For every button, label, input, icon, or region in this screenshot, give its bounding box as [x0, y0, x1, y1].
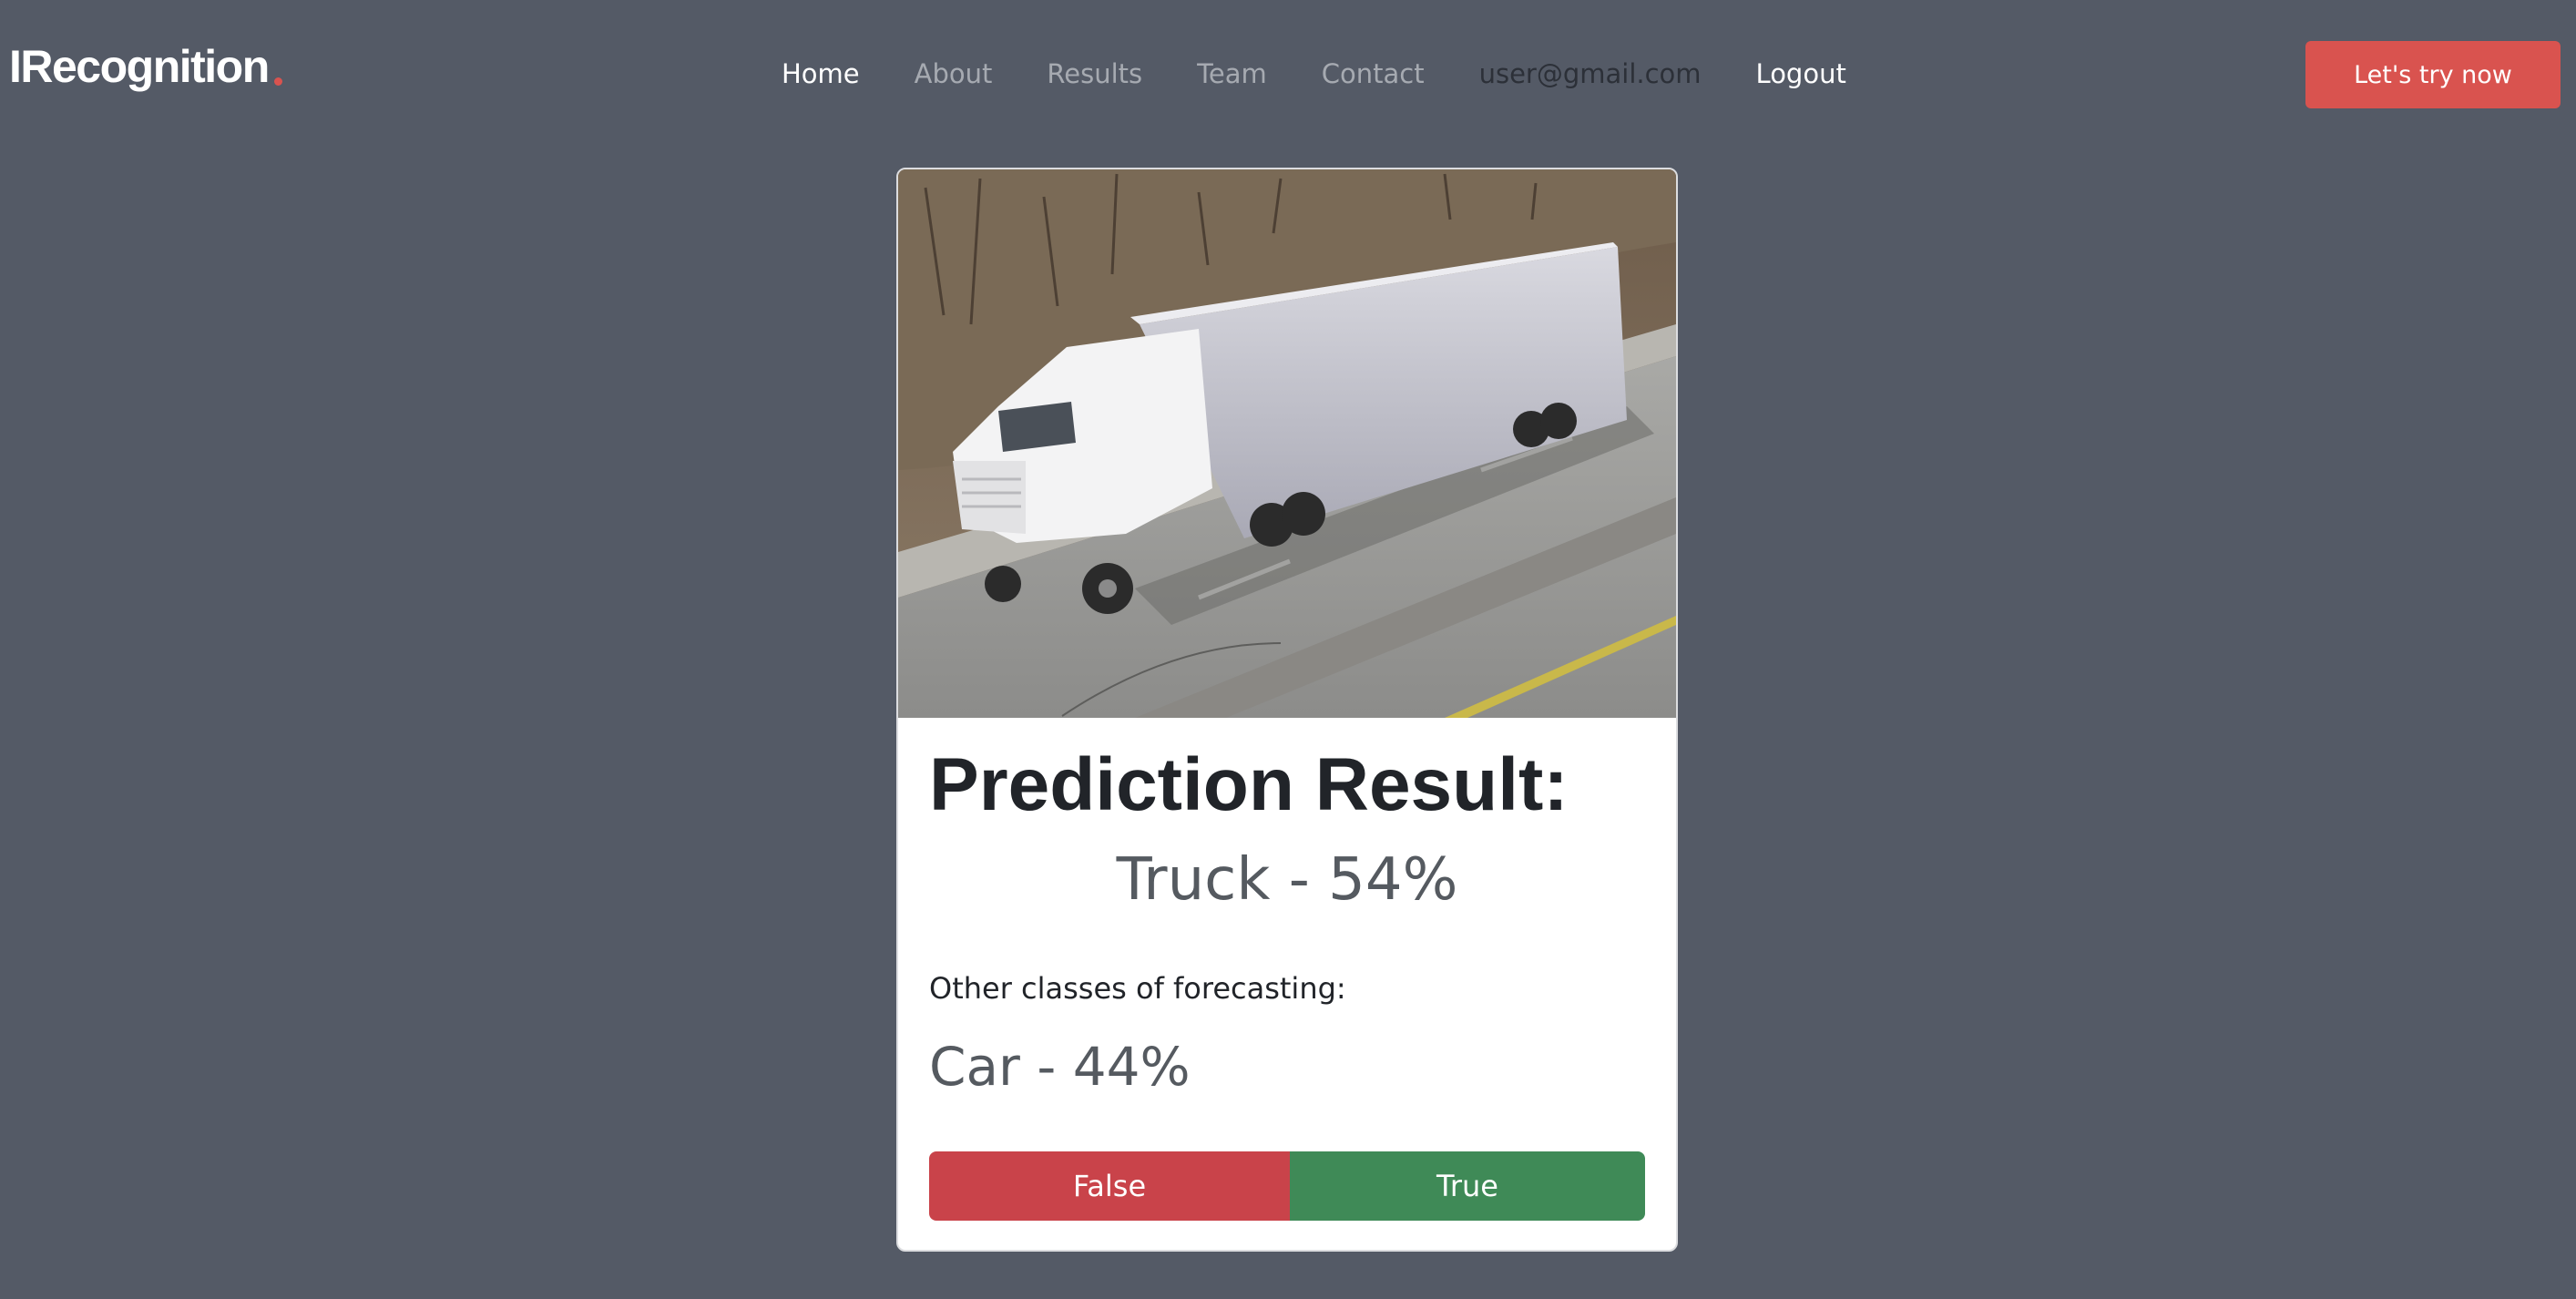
other-prediction-item: Car - 44% — [929, 1036, 1191, 1098]
feedback-button-group: False True — [929, 1151, 1645, 1221]
nav-results[interactable]: Results — [1047, 58, 1142, 89]
nav-user-email[interactable]: user@gmail.com — [1479, 58, 1702, 89]
nav-about[interactable]: About — [915, 58, 993, 89]
nav-contact[interactable]: Contact — [1322, 58, 1425, 89]
other-classes-label: Other classes of forecasting: — [929, 971, 1346, 1006]
brand-logo[interactable]: IRecognition — [9, 35, 282, 98]
prediction-title: Prediction Result: — [929, 743, 1569, 826]
brand-name: IRecognition — [9, 41, 270, 92]
try-now-button[interactable]: Let's try now — [2305, 41, 2561, 108]
false-button[interactable]: False — [929, 1151, 1290, 1221]
logo-dot-icon — [273, 77, 282, 86]
prediction-card: Prediction Result: Truck - 54% Other cla… — [896, 168, 1678, 1252]
navbar: IRecognition Home About Results Team Con… — [0, 0, 2576, 150]
true-button[interactable]: True — [1290, 1151, 1645, 1221]
nav-logout[interactable]: Logout — [1756, 58, 1846, 89]
nav-team[interactable]: Team — [1197, 58, 1267, 89]
nav-links: Home About Results Team Contact user@gma… — [782, 51, 1846, 97]
nav-home[interactable]: Home — [782, 58, 860, 89]
main-prediction: Truck - 54% — [1116, 846, 1458, 914]
truck-photo — [898, 169, 1676, 718]
